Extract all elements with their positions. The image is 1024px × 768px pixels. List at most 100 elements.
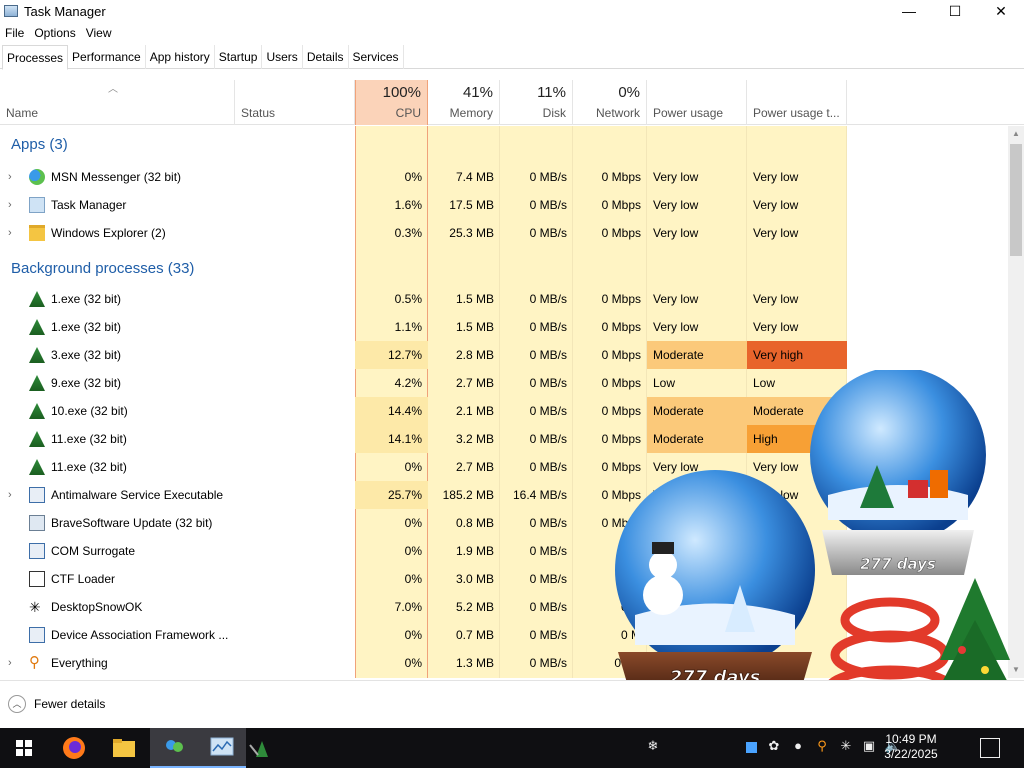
column-cpu-label: CPU — [395, 106, 421, 120]
column-power-label: Power usage — [653, 106, 724, 120]
cell-cpu: 1.1% — [394, 320, 422, 334]
start-button[interactable] — [0, 728, 48, 768]
cell-network: 0 Mbps — [601, 226, 641, 240]
cell-memory: 1.5 MB — [455, 292, 494, 306]
fewer-details-link[interactable]: Fewer details — [34, 697, 105, 711]
tree-taskbar-icon[interactable] — [244, 728, 274, 768]
tab-details[interactable]: Details — [303, 45, 349, 69]
menu-options[interactable]: Options — [29, 26, 80, 40]
tab-services[interactable]: Services — [349, 45, 404, 69]
process-name: 3.exe (32 bit) — [51, 348, 122, 362]
column-disk-label: Disk — [542, 106, 566, 120]
column-power-usage[interactable]: Power usage — [647, 80, 747, 125]
cell-memory: 25.3 MB — [449, 226, 494, 240]
cell-cpu: 1.6% — [394, 198, 422, 212]
cell-cpu: 0% — [404, 516, 422, 530]
expand-chevron-icon[interactable]: › — [8, 649, 12, 677]
chevron-up-icon[interactable]: ︿ — [8, 695, 26, 713]
everything-tray-icon[interactable]: ⚲ — [813, 738, 831, 758]
network-icon[interactable]: ▣ — [860, 738, 878, 758]
process-row[interactable]: 3.exe (32 bit) 12.7% 2.8 MB 0 MB/s 0 Mbps Mod… — [0, 341, 1008, 369]
firefox-taskbar-button[interactable] — [50, 728, 98, 768]
process-row[interactable]: 1.exe (32 bit) 1.1% 1.5 MB 0 MB/s 0 Mbps Very… — [0, 313, 1008, 341]
windows-logo-icon — [16, 740, 32, 756]
tab-processes[interactable]: Processes — [2, 45, 69, 70]
cpu-total: 100% — [382, 84, 421, 101]
process-row[interactable]: 1.exe (32 bit) 0.5% 1.5 MB 0 MB/s 0 Mbps Very… — [0, 285, 1008, 313]
minimize-button[interactable]: — — [886, 0, 932, 22]
snowman-head — [649, 551, 677, 579]
scroll-thumb[interactable] — [1010, 144, 1022, 256]
footer-bar: ︿ Fewer details — [0, 680, 1024, 728]
cell-cpu: 14.1% — [355, 425, 428, 453]
expand-chevron-icon[interactable]: › — [8, 481, 12, 509]
notification-center-icon[interactable] — [980, 738, 1000, 758]
cell-network: 0 Mbps — [601, 348, 641, 362]
cell-memory: 2.1 MB — [455, 404, 494, 418]
process-name: 10.exe (32 bit) — [51, 404, 128, 418]
tab-users[interactable]: Users — [262, 45, 303, 69]
cell-power-trend: Very low — [753, 292, 799, 306]
cell-memory: 5.2 MB — [455, 600, 494, 614]
process-name: Antimalware Service Executable — [51, 488, 224, 502]
cell-power: Very low — [653, 198, 699, 212]
tab-performance[interactable]: Performance — [68, 45, 146, 69]
snowflake-icon[interactable]: ❄ — [644, 738, 662, 758]
column-power-trend[interactable]: Power usage t... — [747, 80, 847, 125]
service-icon — [29, 487, 45, 503]
cell-cpu: 12.7% — [355, 341, 428, 369]
cell-cpu: 0% — [404, 460, 422, 474]
service-icon — [29, 627, 45, 643]
expand-chevron-icon[interactable]: › — [8, 163, 12, 191]
column-status[interactable]: Status — [235, 80, 355, 125]
cell-memory: 1.9 MB — [455, 544, 494, 558]
taskbar-clock[interactable]: 10:49 PM 3/22/2025 — [880, 732, 942, 762]
menu-view[interactable]: View — [81, 26, 117, 40]
process-row[interactable]: › MSN Messenger (32 bit) 0% 7.4 MB 0 MB/s 0 M… — [0, 163, 1008, 191]
cell-disk: 0 MB/s — [529, 516, 567, 530]
cell-memory: 1.3 MB — [455, 656, 494, 670]
close-button[interactable]: ✕ — [978, 0, 1024, 22]
process-name: 11.exe (32 bit) — [51, 460, 127, 474]
process-row[interactable]: › Windows Explorer (2) 0.3% 25.3 MB 0 MB/s 0 … — [0, 219, 1008, 247]
tab-app-history[interactable]: App history — [146, 45, 215, 69]
cell-power-trend: Very low — [753, 170, 799, 184]
cell-memory: 2.7 MB — [455, 460, 494, 474]
cell-memory: 2.8 MB — [455, 348, 494, 362]
cell-cpu: 0.5% — [394, 292, 422, 306]
expand-chevron-icon[interactable]: › — [8, 191, 12, 219]
msn-tray-icon[interactable]: ✿ — [765, 738, 783, 758]
taskbar: ❄ ✿ ● ⚲ ✳ ▣ 🔈 10:49 PM 3/22/2025 — [0, 728, 1024, 768]
drop-tray-icon[interactable]: ● — [789, 738, 807, 758]
clock-date: 3/22/2025 — [884, 747, 938, 761]
cell-disk: 0 MB/s — [529, 198, 567, 212]
cell-disk: 0 MB/s — [529, 656, 567, 670]
process-name: MSN Messenger (32 bit) — [51, 170, 182, 184]
blue-square-tray-icon[interactable] — [742, 738, 760, 758]
cell-cpu: 0% — [404, 170, 422, 184]
snowflake-tray-icon[interactable]: ✳ — [837, 738, 855, 758]
file-explorer-taskbar-button[interactable] — [100, 728, 148, 768]
process-name: Device Association Framework ... — [51, 628, 229, 642]
column-disk[interactable]: 11% Disk — [500, 80, 573, 125]
group-header-background: Background processes (33) — [11, 260, 195, 277]
column-cpu[interactable]: 100% CPU — [355, 80, 428, 125]
cell-memory: 17.5 MB — [449, 198, 494, 212]
brave-update-icon — [29, 515, 45, 531]
column-network-label: Network — [595, 106, 640, 120]
column-memory[interactable]: 41% Memory — [428, 80, 500, 125]
cell-memory: 0.8 MB — [455, 516, 494, 530]
process-name: CTF Loader — [51, 572, 116, 586]
expand-chevron-icon[interactable]: › — [8, 219, 12, 247]
scroll-up-icon[interactable]: ▲ — [1008, 126, 1024, 142]
tab-startup[interactable]: Startup — [215, 45, 263, 69]
snow-globe-right: 277 days — [810, 370, 986, 575]
task-manager-taskbar-button[interactable] — [198, 728, 246, 768]
disk-total: 11% — [537, 84, 566, 101]
menu-file[interactable]: File — [0, 26, 29, 40]
msn-messenger-taskbar-button[interactable] — [150, 728, 198, 768]
process-row[interactable]: › Task Manager 1.6% 17.5 MB 0 MB/s 0 Mbps Very… — [0, 191, 1008, 219]
maximize-button[interactable]: ☐ — [932, 0, 978, 22]
snow-globe-left: 277 days — [615, 470, 815, 700]
column-network[interactable]: 0% Network — [573, 80, 647, 125]
